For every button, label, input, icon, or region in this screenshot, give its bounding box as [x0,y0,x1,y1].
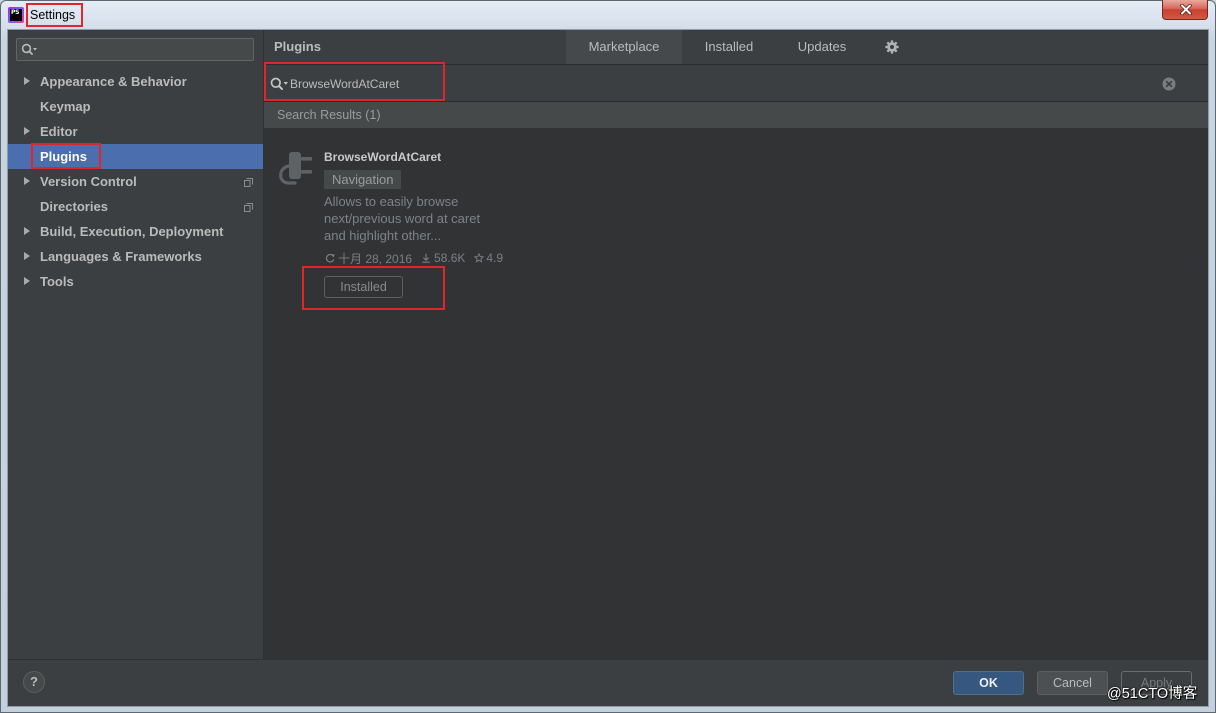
tab-updates[interactable]: Updates [776,30,868,64]
watermark: @51CTO博客 [1107,686,1198,702]
sidebar-item-version-control[interactable]: Version Control [8,169,263,194]
plugins-header: Plugins Marketplace Installed Updates [264,30,1208,65]
sidebar-item-plugins[interactable]: Plugins [8,144,263,169]
sidebar-item-directories[interactable]: Directories [8,194,263,219]
sidebar-item-label: Tools [40,274,74,289]
plugin-description-line: next/previous word at caret [324,211,481,226]
sidebar-item-label: Plugins [40,149,87,164]
search-icon[interactable] [21,43,38,56]
sidebar-item-label: Keymap [40,99,91,114]
search-results-header: Search Results (1) [264,102,1208,128]
close-icon [1180,4,1192,15]
plugin-name[interactable]: BrowseWordAtCaret [324,149,441,165]
clear-search-button[interactable] [1162,77,1176,91]
plugin-search-bar [264,65,1208,102]
sidebar-item-label: Appearance & Behavior [40,74,187,89]
phpstorm-app-icon[interactable]: PS [8,7,24,23]
project-level-icon [244,203,253,212]
close-window-button[interactable] [1162,0,1208,20]
download-icon [422,253,430,263]
settings-tree: Appearance & Behavior Keymap Editor Plug… [8,69,263,294]
plugin-tag-badge[interactable]: Navigation [324,170,402,189]
sidebar-item-label: Languages & Frameworks [40,249,202,264]
sidebar-item-tools[interactable]: Tools [8,269,263,294]
search-results-label: Search Results (1) [277,108,381,122]
sidebar-item-keymap[interactable]: Keymap [8,94,263,119]
expand-arrow-icon[interactable] [24,177,30,185]
plugins-panel: Plugins Marketplace Installed Updates Br… [264,30,1208,659]
expand-arrow-icon[interactable] [24,127,30,135]
expand-arrow-icon[interactable] [24,252,30,260]
clear-icon [1162,77,1176,91]
settings-dialog: Appearance & Behavior Keymap Editor Plug… [8,30,1208,706]
page-title: Plugins [274,39,321,54]
plugin-installed-button[interactable]: Installed [324,276,403,298]
plugin-plug-icon[interactable] [275,150,313,186]
sidebar-item-label: Directories [40,199,108,214]
cancel-button[interactable]: Cancel [1037,671,1108,695]
project-level-icon [244,178,253,187]
expand-arrow-icon[interactable] [24,77,30,85]
sidebar-item-appearance-behavior[interactable]: Appearance & Behavior [8,69,263,94]
plugin-stats: 十月 28, 2016 58.6K 4.9 [325,250,503,266]
tab-installed[interactable]: Installed [682,30,776,64]
sidebar-item-editor[interactable]: Editor [8,119,263,144]
sidebar-item-label: Build, Execution, Deployment [40,224,224,239]
settings-search-input[interactable] [41,41,246,58]
search-icon[interactable] [270,77,289,91]
gear-icon [885,40,899,54]
tab-marketplace[interactable]: Marketplace [566,30,682,64]
plugin-description-line: and highlight other... [324,228,442,243]
expand-arrow-icon[interactable] [24,227,30,235]
star-icon [474,253,485,263]
plugin-description-line: Allows to easily browse [324,194,459,209]
sidebar-item-build-execution-deployment[interactable]: Build, Execution, Deployment [8,219,263,244]
expand-arrow-icon[interactable] [24,277,30,285]
sidebar-item-label: Editor [40,124,78,139]
app-icon-lettering: PS [10,9,22,21]
dialog-footer: ? OK Cancel Apply [8,659,1208,706]
ok-button[interactable]: OK [953,671,1024,695]
refresh-icon [325,253,335,263]
settings-search-field[interactable] [16,38,254,61]
plugin-updated-date: 十月 28, 2016 [338,251,413,266]
settings-sidebar: Appearance & Behavior Keymap Editor Plug… [8,30,263,659]
plugin-description: Allows to easily browse next/previous wo… [324,193,480,244]
window-title: Settings [30,8,76,22]
plugin-settings-button[interactable] [868,30,916,64]
plugin-downloads: 58.6K [434,251,466,265]
sidebar-item-languages-frameworks[interactable]: Languages & Frameworks [8,244,263,269]
plugin-rating: 4.9 [486,251,504,265]
help-button[interactable]: ? [23,671,45,693]
plugin-search-input[interactable] [290,74,890,93]
sidebar-item-label: Version Control [40,174,137,189]
